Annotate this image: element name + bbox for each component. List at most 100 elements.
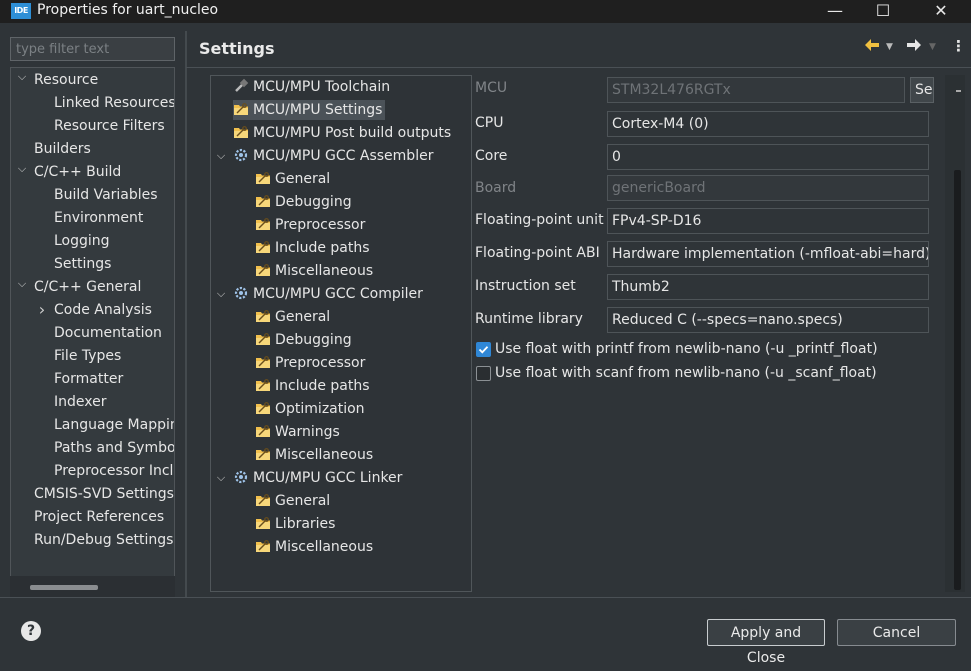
folder-settings-icon	[255, 423, 271, 439]
chevron-down-icon[interactable]: ⌵	[215, 468, 227, 488]
chevron-down-icon[interactable]: ⌵	[215, 284, 227, 304]
tool-tree-item-label: Preprocessor	[275, 217, 366, 233]
tool-tree-item[interactable]: Miscellaneous	[255, 537, 376, 557]
help-icon[interactable]: ?	[21, 621, 41, 641]
nav-item[interactable]: Language Mappin	[54, 415, 174, 435]
close-window-button[interactable]: ✕	[918, 0, 964, 23]
tool-tree-item[interactable]: MCU/MPU GCC Assembler	[233, 146, 436, 166]
minimize-button[interactable]: —	[812, 0, 858, 23]
tool-tree-item[interactable]: MCU/MPU Post build outputs	[233, 123, 454, 143]
runtime-library-label: Runtime library	[475, 311, 583, 327]
chevron-down-icon[interactable]: ⌵	[15, 162, 29, 182]
tool-tree-item-label: Warnings	[275, 424, 340, 440]
tool-tree-item[interactable]: MCU/MPU Settings	[233, 100, 386, 120]
fpu-select[interactable]: FPv4-SP-D16	[607, 208, 929, 234]
nav-item[interactable]: Indexer	[54, 392, 106, 412]
nav-item[interactable]: Project References	[34, 507, 164, 527]
tool-tree-item-label: MCU/MPU GCC Linker	[253, 470, 403, 486]
nav-item[interactable]: Resource Filters	[54, 116, 165, 136]
nav-item[interactable]: C/C++ Build	[34, 162, 121, 182]
tool-tree-item[interactable]: Include paths	[255, 376, 373, 396]
folder-settings-icon	[255, 262, 271, 278]
nav-item[interactable]: Code Analysis	[54, 300, 152, 320]
fpabi-label: Floating-point ABI	[475, 245, 600, 261]
chevron-down-icon[interactable]: ⌵	[15, 277, 29, 297]
chevron-right-icon[interactable]: ›	[35, 300, 49, 320]
chevron-down-icon[interactable]: ⌵	[15, 70, 29, 90]
cancel-button[interactable]: Cancel	[837, 619, 956, 646]
forward-dropdown-icon[interactable]: ▼	[929, 42, 936, 52]
folder-settings-icon	[255, 446, 271, 462]
apply-and-close-button[interactable]: Apply and Close	[707, 619, 825, 666]
select-mcu-button[interactable]: Se	[910, 77, 934, 103]
tool-settings-tree: MCU/MPU Toolchain MCU/MPU Settings MCU/MPU…	[210, 75, 472, 592]
tool-tree-item-label: Miscellaneous	[275, 447, 374, 463]
fpabi-select[interactable]: Hardware implementation (-mfloat-abi=har…	[607, 241, 929, 267]
arrow-right-icon[interactable]	[906, 38, 922, 56]
tool-tree-item[interactable]: General	[255, 169, 333, 189]
tool-tree-item[interactable]: Miscellaneous	[255, 261, 376, 281]
nav-item[interactable]: CMSIS-SVD Settings	[34, 484, 174, 504]
tool-tree-item-label: General	[275, 309, 331, 325]
nav-item[interactable]: Environment	[54, 208, 143, 228]
runtime-library-select[interactable]: Reduced C (--specs=nano.specs)	[607, 307, 929, 333]
instruction-set-label: Instruction set	[475, 278, 576, 294]
tool-tree-item[interactable]: Libraries	[255, 514, 338, 534]
vertical-scrollbar-thumb[interactable]	[954, 170, 961, 590]
tool-tree-item[interactable]: General	[255, 491, 333, 511]
folder-settings-icon	[255, 239, 271, 255]
folder-settings-icon	[255, 331, 271, 347]
tool-tree-item[interactable]: MCU/MPU Toolchain	[233, 77, 393, 97]
tool-tree-item[interactable]: Warnings	[255, 422, 343, 442]
tool-tree-item[interactable]: MCU/MPU GCC Compiler	[233, 284, 426, 304]
gear-icon	[233, 285, 249, 301]
core-select[interactable]: 0	[607, 144, 929, 170]
board-label: Board	[475, 180, 517, 196]
nav-item[interactable]: Logging	[54, 231, 110, 251]
nav-item[interactable]: Documentation	[54, 323, 162, 343]
chevron-down-icon[interactable]: ⌵	[215, 146, 227, 166]
printf-float-label: Use float with printf from newlib-nano (…	[495, 341, 878, 357]
nav-item[interactable]: Run/Debug Settings	[34, 530, 173, 550]
tool-tree-item[interactable]: Miscellaneous	[255, 445, 376, 465]
tool-tree-item-label: General	[275, 171, 331, 187]
tool-tree-item[interactable]: General	[255, 307, 333, 327]
sash-divider[interactable]	[185, 31, 187, 597]
cpu-select[interactable]: Cortex-M4 (0)	[607, 111, 929, 137]
tool-tree-item[interactable]: Include paths	[255, 238, 373, 258]
maximize-button[interactable]: ☐	[860, 0, 906, 23]
mcu-field: STM32L476RGTx	[607, 77, 905, 103]
header-divider	[186, 67, 971, 68]
back-dropdown-icon[interactable]: ▼	[886, 42, 893, 52]
scroll-up-indicator-icon[interactable]	[956, 90, 961, 92]
nav-item[interactable]: C/C++ General	[34, 277, 141, 297]
folder-settings-icon	[255, 170, 271, 186]
folder-settings-icon	[255, 216, 271, 232]
scanf-float-checkbox[interactable]	[476, 366, 491, 381]
tool-tree-item[interactable]: Optimization	[255, 399, 368, 419]
arrow-left-icon[interactable]	[864, 38, 880, 56]
tool-tree-item[interactable]: Debugging	[255, 192, 355, 212]
mcu-label: MCU	[475, 80, 508, 96]
nav-item[interactable]: Paths and Symbols	[54, 438, 174, 458]
nav-item[interactable]: Linked Resources	[54, 93, 174, 113]
nav-item[interactable]: Build Variables	[54, 185, 158, 205]
filter-input[interactable]	[10, 37, 175, 61]
nav-item[interactable]: Resource	[34, 70, 98, 90]
title-bar: IDE Properties for uart_nucleo — ☐ ✕	[0, 0, 971, 23]
nav-item[interactable]: Preprocessor Inclu	[54, 461, 174, 481]
tool-tree-item[interactable]: Preprocessor	[255, 215, 368, 235]
tool-tree-item-label: MCU/MPU Settings	[253, 102, 383, 118]
horizontal-scrollbar-thumb[interactable]	[30, 585, 98, 590]
tool-tree-item[interactable]: Preprocessor	[255, 353, 368, 373]
tool-tree-item[interactable]: Debugging	[255, 330, 355, 350]
nav-item[interactable]: File Types	[54, 346, 121, 366]
view-menu-icon[interactable]: ⋮	[951, 37, 966, 55]
instruction-set-select[interactable]: Thumb2	[607, 274, 929, 300]
fpu-label: Floating-point unit	[475, 212, 604, 228]
printf-float-checkbox[interactable]	[476, 342, 491, 357]
nav-item[interactable]: Settings	[54, 254, 111, 274]
tool-tree-item[interactable]: MCU/MPU GCC Linker	[233, 468, 405, 488]
nav-item[interactable]: Builders	[34, 139, 91, 159]
nav-item[interactable]: Formatter	[54, 369, 123, 389]
